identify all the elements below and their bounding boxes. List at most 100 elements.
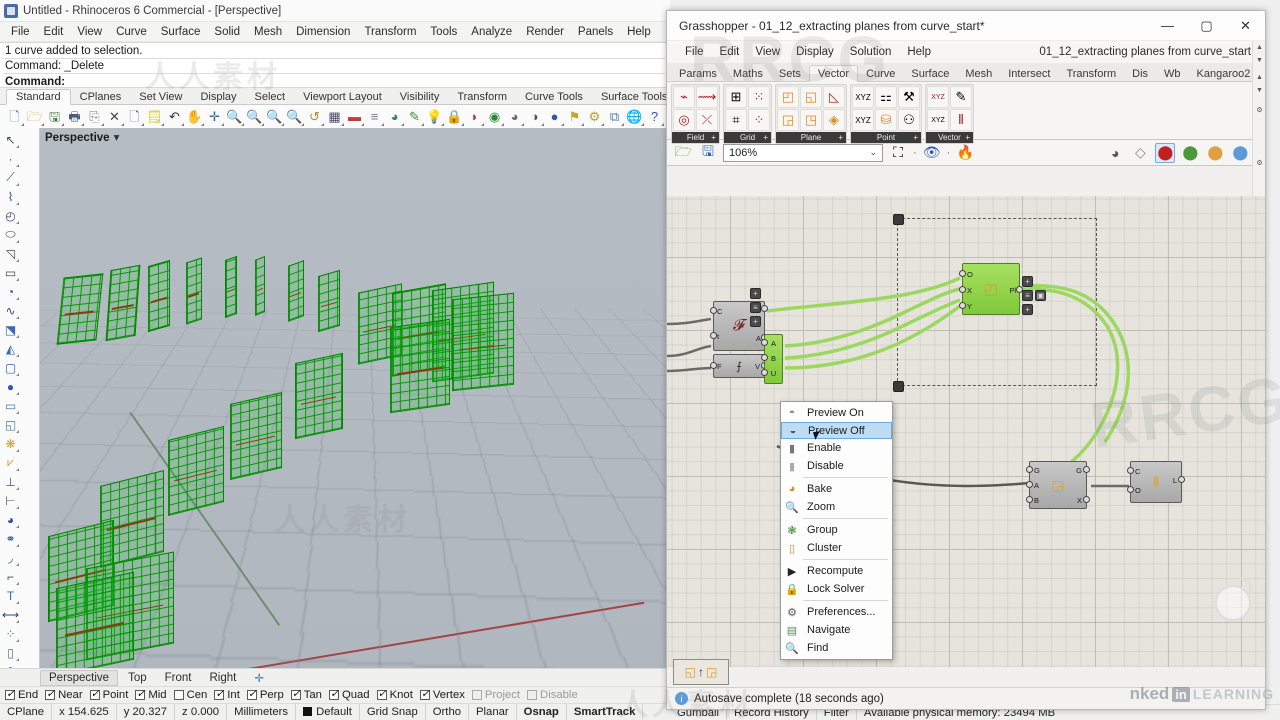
osnap-int[interactable]: Int bbox=[214, 687, 240, 701]
plane-offset-icon[interactable]: ◈ bbox=[823, 109, 845, 131]
rhino-menu-panels[interactable]: Panels bbox=[571, 24, 620, 40]
gh-tab-wb[interactable]: Wb bbox=[1156, 66, 1189, 81]
port-out-Pl[interactable]: Pl bbox=[1009, 286, 1016, 295]
grasshopper-canvas[interactable]: 𝓕 C t P T A ⨍ F V A B U bbox=[667, 196, 1265, 667]
rhino-tab-select[interactable]: Select bbox=[246, 90, 295, 104]
delete-icon[interactable]: ✕ bbox=[105, 107, 124, 126]
vector-amplitude-icon[interactable]: ⦀ bbox=[950, 109, 972, 131]
gh-menu-solution[interactable]: Solution bbox=[842, 44, 900, 60]
osnap-knot[interactable]: Knot bbox=[376, 687, 413, 701]
point-polar-icon[interactable]: ⛁ bbox=[875, 109, 897, 131]
port-in-O[interactable]: O bbox=[1135, 486, 1141, 495]
component-vector-params[interactable]: A B U bbox=[761, 334, 783, 384]
preview-eye-icon[interactable]: 👁 bbox=[922, 143, 942, 163]
zoom-level-combo[interactable]: 106% ⌄ bbox=[723, 143, 883, 162]
vector-xyz-icon[interactable]: XYZ bbox=[927, 86, 949, 108]
osnap-vertex[interactable]: Vertex bbox=[419, 687, 465, 701]
plane-3pt-icon[interactable]: ◳ bbox=[800, 109, 822, 131]
close-icon[interactable]: ✕ bbox=[1226, 11, 1265, 41]
port-out-X[interactable]: X bbox=[1077, 496, 1082, 505]
rhino-tab-setview[interactable]: Set View bbox=[130, 90, 191, 104]
gh-menu-display[interactable]: Display bbox=[788, 44, 842, 60]
field-line-icon[interactable]: ⌁ bbox=[673, 86, 695, 108]
rhino-menu-tools[interactable]: Tools bbox=[423, 24, 464, 40]
rhino-tab-display[interactable]: Display bbox=[191, 90, 245, 104]
component-rotate-plane[interactable]: ◲ G A B G X bbox=[1026, 461, 1090, 509]
osnap-end[interactable]: End bbox=[5, 687, 38, 701]
draw-names-icon[interactable]: ◇ bbox=[1130, 143, 1150, 163]
preview-shaded-icon[interactable]: ⬤ bbox=[1155, 142, 1176, 163]
lock-icon[interactable]: 🔒 bbox=[445, 107, 464, 126]
ctx-item-zoom[interactable]: 🔍 Zoom bbox=[781, 498, 892, 516]
preview-transparent-icon[interactable]: ⬤ bbox=[1230, 143, 1250, 163]
rhino-menu-dimension[interactable]: Dimension bbox=[289, 24, 357, 40]
grid-populate-2d-icon[interactable]: ⁙ bbox=[748, 86, 770, 108]
cylinder-icon[interactable]: ▭ bbox=[1, 396, 20, 415]
vector-decompose-icon[interactable]: XYZ bbox=[927, 109, 949, 131]
offset-icon[interactable]: ⌐ bbox=[1, 567, 20, 586]
canvas-widget-icon[interactable]: ⚙ bbox=[1253, 156, 1265, 169]
plane-normal-icon[interactable]: ◱ bbox=[800, 86, 822, 108]
ctx-item-recompute[interactable]: ▶ Recompute bbox=[781, 562, 892, 580]
ctx-item-navigate[interactable]: ▤ Navigate bbox=[781, 621, 892, 639]
viewport-tab-right[interactable]: Right bbox=[201, 671, 244, 685]
paste-icon[interactable]: 🗒 bbox=[145, 107, 164, 126]
zoomable-plus-nub-2[interactable]: + bbox=[1022, 304, 1033, 315]
gh-tab-surface[interactable]: Surface bbox=[903, 66, 957, 81]
pan-icon[interactable]: ✋ bbox=[185, 107, 204, 126]
bake-icon[interactable]: 🔥 bbox=[955, 143, 975, 163]
grid-icon[interactable]: ▦ bbox=[325, 107, 344, 126]
osnap-mid[interactable]: Mid bbox=[135, 687, 167, 701]
ctx-item-cluster[interactable]: ▯ Cluster bbox=[781, 539, 892, 557]
arc-icon[interactable]: ◹ bbox=[1, 244, 20, 263]
port-in-Y[interactable]: Y bbox=[967, 302, 972, 311]
osnap-disable[interactable]: Disable bbox=[527, 689, 578, 701]
render-shade-icon[interactable]: ◕ bbox=[505, 107, 524, 126]
ctx-item-bake[interactable]: ◕ Bake bbox=[781, 480, 892, 498]
nub-plus-2[interactable]: + bbox=[750, 316, 761, 327]
extrude-srf-icon[interactable]: ⊢ bbox=[1, 491, 20, 510]
rhino-menu-surface[interactable]: Surface bbox=[154, 24, 208, 40]
osnap-tan[interactable]: Tan bbox=[290, 687, 322, 701]
ellipse-icon[interactable]: ⬭ bbox=[1, 225, 20, 244]
rhino-menu-view[interactable]: View bbox=[70, 24, 109, 40]
open-file-icon[interactable]: 🗁 bbox=[673, 143, 693, 163]
grasshopper-ribbon[interactable]: ⌁ ◎ ⟿ ⤫ Field + ⊞ ⌗ ⁙ ⁘ Grid + ◰ ◲ ◱ ◳ ◺… bbox=[667, 82, 1265, 144]
flag-icon[interactable]: ⚑ bbox=[565, 107, 584, 126]
rhino-tab-curve-tools[interactable]: Curve Tools bbox=[516, 90, 592, 104]
status-smarttrack[interactable]: SmartTrack bbox=[567, 703, 644, 720]
ctx-item-preview-on[interactable]: ◓ Preview On bbox=[781, 404, 892, 422]
grasshopper-component-tabs[interactable]: Params Maths Sets Vector Curve Surface M… bbox=[667, 63, 1265, 82]
status-grid-snap[interactable]: Grid Snap bbox=[360, 703, 426, 720]
rhino-menu-solid[interactable]: Solid bbox=[207, 24, 247, 40]
port-in-B[interactable]: B bbox=[1034, 496, 1039, 505]
osnap-near[interactable]: Near bbox=[45, 687, 83, 701]
status-units[interactable]: Millimeters bbox=[227, 703, 297, 720]
ctx-item-preferences[interactable]: ⚙ Preferences... bbox=[781, 603, 892, 621]
port-in-t[interactable]: t bbox=[717, 332, 719, 341]
mesh-icon[interactable]: ❋ bbox=[1, 434, 20, 453]
rhino-menu-mesh[interactable]: Mesh bbox=[247, 24, 289, 40]
osnap-project[interactable]: Project bbox=[471, 689, 520, 701]
globe-icon[interactable]: 🌐 bbox=[625, 107, 644, 126]
rhino-tab-transform[interactable]: Transform bbox=[448, 90, 516, 104]
control-point-curve-icon[interactable]: ⌇ bbox=[1, 187, 20, 206]
point-cylindrical-icon[interactable]: ⚇ bbox=[898, 109, 920, 131]
dimension-icon[interactable]: ⟷ bbox=[1, 605, 20, 624]
gh-menu-edit[interactable]: Edit bbox=[712, 44, 748, 60]
canvas-profiler-widget[interactable]: ◱ ↑ ◲ bbox=[673, 659, 729, 685]
port-in-A[interactable]: A bbox=[1034, 481, 1039, 490]
osnap-cen[interactable]: Cen bbox=[173, 689, 207, 701]
nub-plus[interactable]: + bbox=[750, 288, 761, 299]
zoom-window-icon[interactable]: 🔍 bbox=[265, 107, 284, 126]
rhino-menubar[interactable]: File Edit View Curve Surface Solid Mesh … bbox=[0, 22, 670, 42]
status-ortho[interactable]: Ortho bbox=[426, 703, 470, 720]
osnap-perp[interactable]: Perp bbox=[246, 687, 284, 701]
scroll-up-icon[interactable]: ▲ bbox=[1253, 41, 1265, 54]
gh-tab-transform[interactable]: Transform bbox=[1058, 66, 1124, 81]
rhino-menu-help[interactable]: Help bbox=[620, 24, 658, 40]
port-in-F[interactable]: F bbox=[717, 362, 722, 371]
rhino-menu-curve[interactable]: Curve bbox=[109, 24, 154, 40]
group-icon[interactable]: ⧉ bbox=[605, 107, 624, 126]
rhino-menu-file[interactable]: File bbox=[4, 24, 37, 40]
